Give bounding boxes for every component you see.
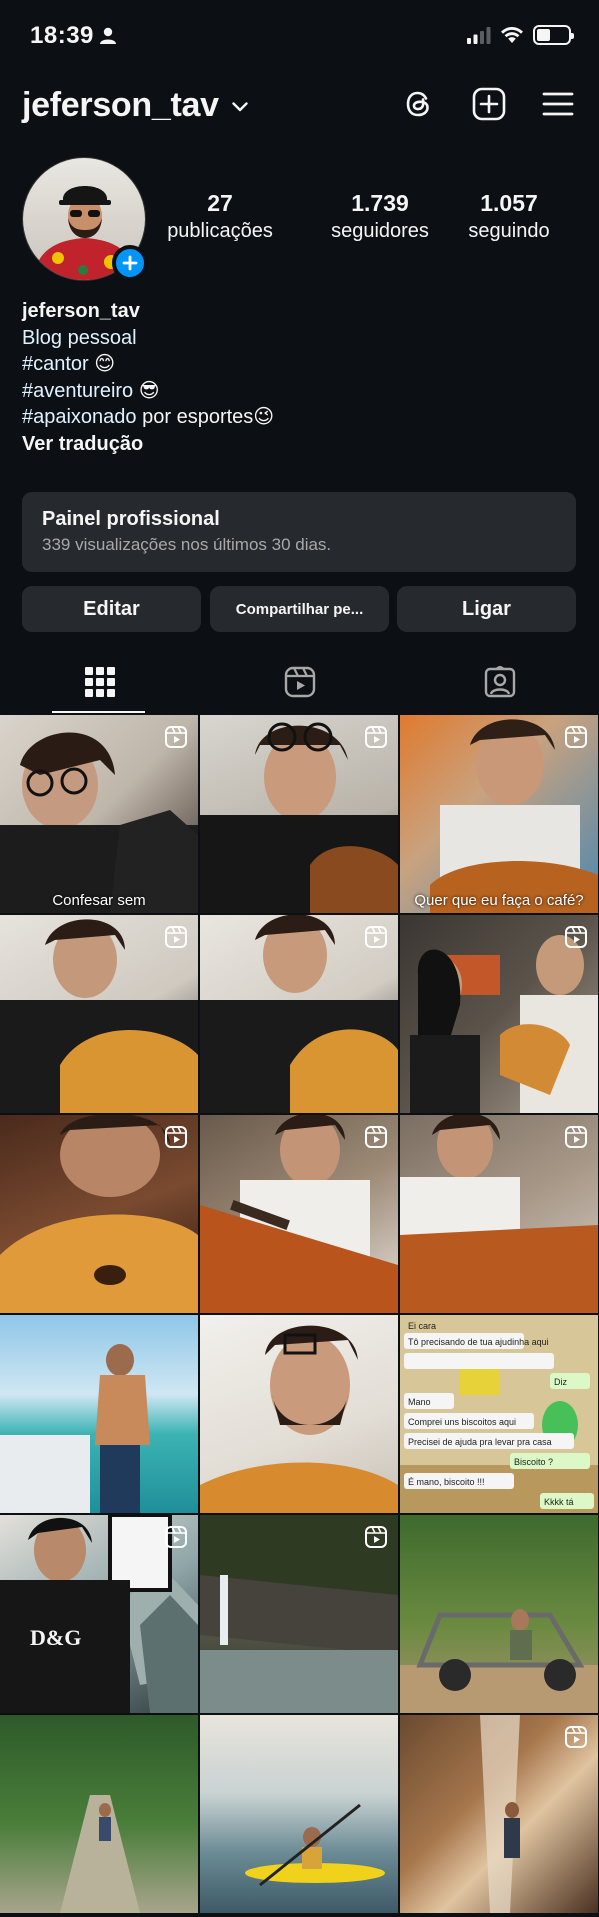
post-thumbnail[interactable] xyxy=(200,1115,398,1313)
reels-icon xyxy=(365,726,387,748)
professional-dashboard-subtitle: 339 visualizações nos últimos 30 dias. xyxy=(42,535,332,554)
hamburger-menu-icon[interactable] xyxy=(540,86,576,122)
chat-bubble: Ei cara xyxy=(408,1321,436,1331)
chat-bubble: É mano, biscoito !!! xyxy=(408,1477,485,1487)
hashtag-aventureiro[interactable]: #aventureiro xyxy=(22,380,133,402)
post-thumbnail[interactable] xyxy=(400,1515,598,1713)
wifi-icon xyxy=(501,27,523,43)
reels-icon xyxy=(165,1526,187,1548)
active-tab-indicator xyxy=(52,711,145,713)
post-thumbnail[interactable] xyxy=(200,1715,398,1913)
account-switcher-username[interactable]: jeferson_tav xyxy=(22,86,219,125)
bio-text-esportes: por esportes xyxy=(136,406,254,428)
see-translation-link[interactable]: Ver tradução xyxy=(22,431,274,458)
wink-emoji-icon: 😉 xyxy=(253,406,275,428)
post-thumbnail[interactable]: Ei cara Tô precisando de tua ajudinha aq… xyxy=(400,1315,598,1513)
post-thumbnail[interactable] xyxy=(0,915,198,1113)
bio-line-aventureiro: #aventureiro 😎 xyxy=(22,378,274,405)
followers-count[interactable]: 1.739 seguidores xyxy=(305,190,455,243)
tab-posts-grid[interactable] xyxy=(0,650,199,714)
status-time: 18:39 xyxy=(30,22,94,49)
plus-icon xyxy=(122,255,138,271)
post-thumbnail[interactable] xyxy=(200,915,398,1113)
status-bar: 18:39 xyxy=(0,0,599,72)
professional-dashboard-title: Painel profissional xyxy=(42,508,220,530)
reels-icon xyxy=(365,926,387,948)
post-thumbnail[interactable]: D&G xyxy=(0,1515,198,1713)
reels-icon xyxy=(565,1726,587,1748)
smile-emoji-icon: 😊 xyxy=(94,353,116,375)
post-caption: Confesar sem xyxy=(52,892,146,909)
edit-profile-button[interactable]: Editar xyxy=(22,586,201,632)
profile-tabs xyxy=(0,650,599,714)
shirt-logo: D&G xyxy=(30,1625,81,1650)
post-thumbnail[interactable] xyxy=(200,1315,398,1513)
threads-icon[interactable] xyxy=(401,86,437,122)
reels-icon xyxy=(565,1126,587,1148)
reels-icon xyxy=(365,1526,387,1548)
posts-count-label: publicações xyxy=(167,220,273,242)
professional-dashboard[interactable]: Painel profissional 339 visualizações no… xyxy=(22,492,576,572)
chat-bubble: Kkkk tá xyxy=(544,1497,574,1507)
sunglasses-emoji-icon: 😎 xyxy=(138,379,160,402)
reels-icon xyxy=(284,666,315,698)
post-thumbnail[interactable]: Confesar sem xyxy=(0,715,198,913)
call-button[interactable]: Ligar xyxy=(397,586,576,632)
post-thumbnail[interactable] xyxy=(400,915,598,1113)
chat-bubble: Comprei uns biscoitos aqui xyxy=(408,1417,516,1427)
hashtag-apaixonado[interactable]: #apaixonado xyxy=(22,406,137,428)
post-thumbnail[interactable] xyxy=(0,1315,198,1513)
hashtag-cantor[interactable]: #cantor xyxy=(22,353,89,375)
post-thumbnail[interactable] xyxy=(200,1515,398,1713)
followers-count-value: 1.739 xyxy=(351,190,409,216)
post-thumbnail[interactable]: Quer que eu faça o café? xyxy=(400,715,598,913)
tab-tagged[interactable] xyxy=(400,650,599,714)
profile-header: jeferson_tav xyxy=(0,80,599,136)
post-caption: Quer que eu faça o café? xyxy=(414,892,584,909)
post-thumbnail[interactable] xyxy=(400,1115,598,1313)
posts-count[interactable]: 27 publicações xyxy=(145,190,295,243)
chat-bubble: Mano xyxy=(408,1397,431,1407)
chevron-down-icon[interactable] xyxy=(232,102,248,112)
status-indicators xyxy=(467,25,574,45)
tagged-person-icon xyxy=(484,666,515,698)
bio: jeferson_tav Blog pessoal #cantor 😊 #ave… xyxy=(22,298,274,457)
post-thumbnail[interactable] xyxy=(400,1715,598,1913)
chat-bubble: Diz xyxy=(554,1377,567,1387)
following-count[interactable]: 1.057 seguindo xyxy=(434,190,584,243)
reels-icon xyxy=(165,726,187,748)
post-thumbnail[interactable] xyxy=(0,1115,198,1313)
reels-icon xyxy=(165,1126,187,1148)
grid-icon xyxy=(84,667,115,697)
tab-reels[interactable] xyxy=(200,650,399,714)
bio-name: jeferson_tav xyxy=(22,300,140,322)
add-story-button[interactable] xyxy=(112,245,148,281)
bio-line-apaixonado: #apaixonado por esportes😉 xyxy=(22,404,274,431)
chat-bubble: Tô precisando de tua ajudinha aqui xyxy=(408,1337,549,1347)
reels-icon xyxy=(565,726,587,748)
chat-bubble: Biscoito ? xyxy=(514,1457,553,1467)
post-thumbnail[interactable] xyxy=(200,715,398,913)
following-count-value: 1.057 xyxy=(480,190,538,216)
reels-icon xyxy=(165,926,187,948)
following-count-label: seguindo xyxy=(468,220,550,242)
reels-icon xyxy=(365,1126,387,1148)
bio-line-cantor: #cantor 😊 xyxy=(22,351,274,378)
profile-avatar[interactable] xyxy=(22,157,148,281)
posts-count-value: 27 xyxy=(207,190,233,216)
chat-bubble: Precisei de ajuda pra levar pra casa xyxy=(408,1437,552,1447)
person-icon xyxy=(100,27,116,44)
followers-count-label: seguidores xyxy=(331,220,429,242)
battery-icon xyxy=(533,25,574,45)
reels-icon xyxy=(565,926,587,948)
share-profile-button[interactable]: Compartilhar pe... xyxy=(210,586,389,632)
cellular-signal-icon xyxy=(467,26,491,44)
post-thumbnail[interactable] xyxy=(0,1715,198,1913)
bio-category[interactable]: Blog pessoal xyxy=(22,325,274,352)
plus-square-icon[interactable] xyxy=(471,86,507,122)
